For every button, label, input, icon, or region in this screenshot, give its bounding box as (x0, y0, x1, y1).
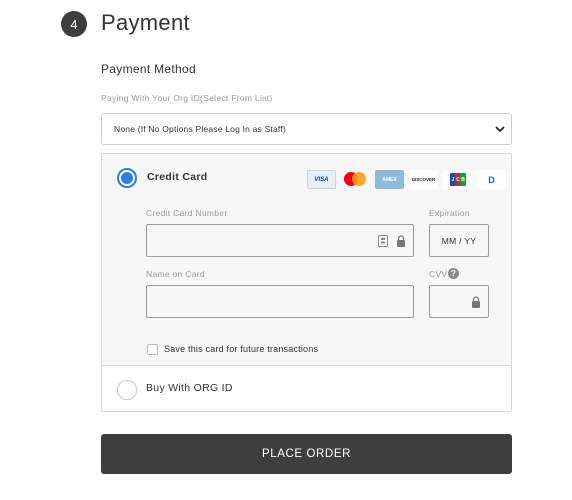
discover-card-icon: DISCOVER (409, 170, 438, 189)
lock-icon (472, 296, 480, 308)
save-card-checkbox[interactable] (147, 344, 158, 355)
lock-icon (397, 235, 405, 247)
card-number-label: Credit Card Number (146, 208, 228, 218)
cvv-label: CVV (429, 269, 448, 279)
visa-card-icon: VISA (307, 170, 336, 189)
payment-options-box: Credit Card VISA AMEX DISCOVER J C B D C… (101, 153, 512, 412)
name-on-card-label: Name on Card (146, 269, 205, 279)
amex-card-icon: AMEX (375, 170, 404, 189)
org-id-radio[interactable] (117, 380, 137, 400)
card-number-input[interactable] (146, 224, 414, 257)
card-brands: VISA AMEX DISCOVER J C B D (307, 170, 506, 189)
expiration-input[interactable]: MM / YY (429, 224, 489, 257)
credit-card-radio[interactable] (117, 168, 137, 188)
help-icon[interactable]: ? (448, 268, 459, 279)
step-number-badge: 4 (61, 11, 87, 37)
jcb-card-icon: J C B (443, 170, 472, 189)
org-id-select[interactable]: None (If No Options Please Log In as Sta… (101, 113, 512, 145)
save-card-label: Save this card for future transactions (164, 344, 319, 354)
expiration-label: Expiration (429, 208, 470, 218)
mastercard-card-icon (341, 170, 370, 189)
credit-card-section: Credit Card VISA AMEX DISCOVER J C B D C… (102, 154, 511, 366)
place-order-button[interactable]: PLACE ORDER (101, 434, 512, 474)
cvv-input[interactable] (429, 285, 489, 318)
org-id-option-label: Buy With ORG ID (146, 382, 233, 394)
chevron-down-icon (495, 126, 505, 133)
section-title: Payment (101, 10, 190, 35)
org-id-label: Paying With Your Org ID(Select From List… (101, 93, 273, 103)
name-on-card-input[interactable] (146, 285, 414, 318)
card-scan-icon (378, 235, 388, 247)
credit-card-label: Credit Card (147, 171, 208, 183)
payment-method-label: Payment Method (101, 62, 196, 76)
diners-club-card-icon: D (477, 170, 506, 189)
org-id-select-value: None (If No Options Please Log In as Sta… (114, 124, 286, 134)
